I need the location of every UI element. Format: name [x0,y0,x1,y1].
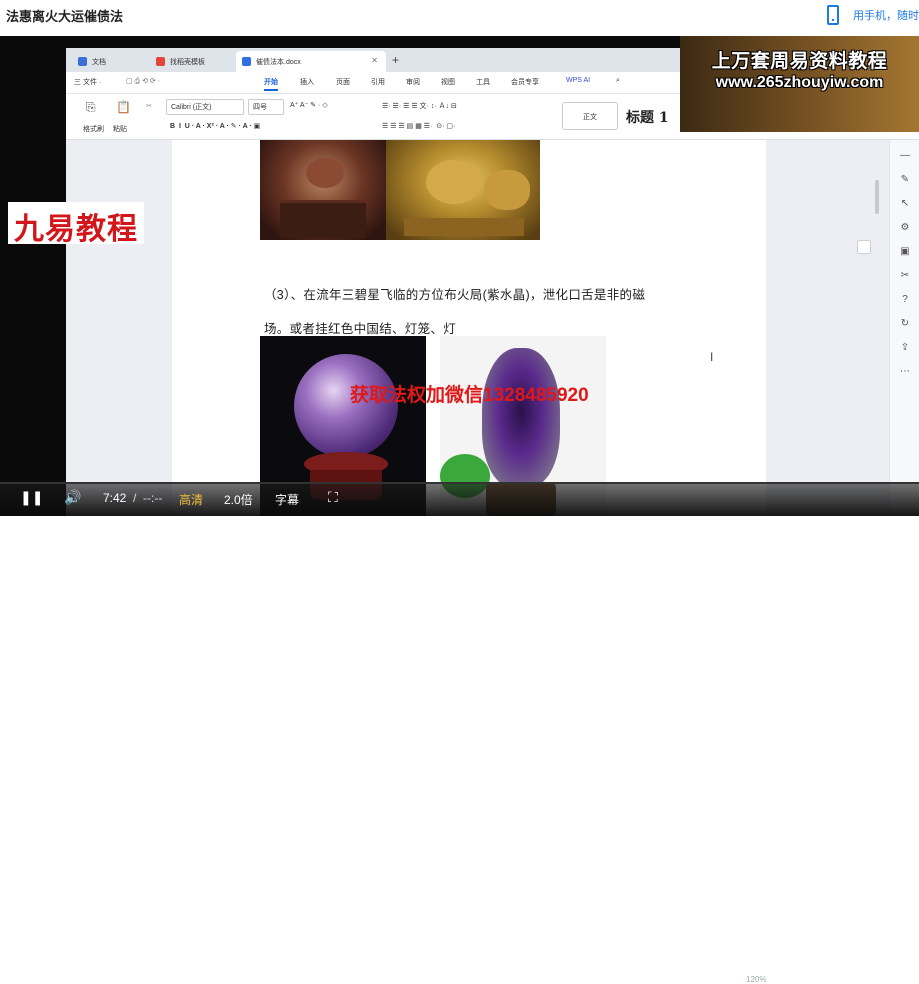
style-heading-label: 标题 1 [626,110,669,126]
tab-label: 文档 [92,58,106,66]
scissors-icon[interactable]: ✂ [899,270,911,282]
minus-icon[interactable]: — [899,150,911,162]
font-name-select[interactable]: Calibri (正文) [166,99,244,115]
menu-tools[interactable]: 工具 [476,77,490,87]
style-normal-label: 正文 [583,114,597,121]
mobile-view-link[interactable]: 用手机，随时 [827,4,919,26]
pen-icon[interactable]: ✎ [899,174,911,186]
search-icon[interactable]: ⌕ [616,77,620,85]
format-buttons[interactable]: B I U · A · X² · A · ✎ · A · ▣ [170,122,260,130]
page-title: 法惠离火大运催债法 [6,9,124,24]
toad-statue-image [260,140,386,240]
document-paragraph: （3）、在流年三碧星飞临的方位布火局(紫水晶)，泄化口舌是非的磁 [264,288,646,302]
video-player[interactable]: 文档 找稻壳模板 催债法本.docx ✕ + 三 文件 · ▢ ⎙ ⟲ ⟳ · … [0,36,919,516]
golden-pixiu-image [386,140,540,240]
cut-icon[interactable]: ✂ [146,102,152,110]
new-tab-icon[interactable]: + [392,53,399,67]
player-controls: ❚❚ 🔊 7:42 / --:-- 高清 2.0倍 字幕 ⛶ 120% [0,482,919,984]
adjust-icon[interactable]: ⚙ [899,222,911,234]
zoom-level: 120% [746,975,767,984]
font-size-controls[interactable]: A⁺ A⁻ ✎ · ◇ [290,101,328,109]
menu-member[interactable]: 会员专享 [511,77,539,87]
help-icon[interactable]: ? [899,294,911,306]
tab-label: 找稻壳模板 [170,58,205,66]
fullscreen-icon[interactable]: ⛶ [328,489,338,506]
template-icon [156,57,165,66]
volume-icon[interactable]: 🔊 [64,489,81,506]
subtitle-button[interactable]: 字幕 [275,491,299,508]
pointer-icon[interactable]: ↖ [899,198,911,210]
share-icon[interactable]: ⇪ [899,342,911,354]
total-duration: --:-- [143,491,163,505]
paste-label[interactable]: 粘贴 [113,124,127,134]
quality-button[interactable]: 高清 [179,491,203,508]
vertical-scrollbar[interactable] [875,180,879,214]
watermark-banner: 上万套周易资料教程 www.265zhouyiw.com [680,36,919,132]
docs-icon [78,57,87,66]
menu-file[interactable]: 三 文件 · [74,77,101,87]
sync-icon[interactable]: ↻ [899,318,911,330]
menu-home[interactable]: 开始 [264,77,278,91]
menu-references[interactable]: 引用 [371,77,385,87]
tab-templates[interactable]: 找稻壳模板 [150,51,232,72]
text-cursor: I [710,350,714,364]
current-time: 7:42 [103,491,127,505]
paste-icon[interactable]: 📋 [116,100,131,114]
mobile-view-text: 用手机，随时 [853,10,919,22]
time-separator: / [133,491,137,505]
center-watermark: 获取法权加微信1328485920 [350,385,589,406]
left-watermark: 九易教程 [8,202,144,247]
right-sidebar: — ✎ ↖ ⚙ ▣ ✂ ? ↻ ⇪ ⋯ [889,140,919,516]
menu-insert[interactable]: 插入 [300,77,314,87]
image-edit-icon[interactable]: ▣ [899,246,911,258]
banner-url: www.265zhouyiw.com [715,74,884,91]
menu-wps-ai[interactable]: WPS AI [566,77,590,84]
speed-button[interactable]: 2.0倍 [224,491,253,508]
paragraph-tools-bottom[interactable]: ☰ ☰ ☰ ▤ ▦ ☰· ⊙· ▢· [382,122,455,130]
menu-review[interactable]: 审阅 [406,77,420,87]
document-page[interactable]: （3）、在流年三碧星飞临的方位布火局(紫水晶)，泄化口舌是非的磁 场。或者挂红色… [172,140,766,516]
menu-page[interactable]: 页面 [336,77,350,87]
page-header: 法惠离火大运催债法 用手机，随时 [0,0,919,36]
banner-title: 上万套周易资料教程 [711,51,888,72]
paragraph-tools-top[interactable]: ☰· ☰· ☰ ☰ 文· ↕· Ａ↓ ⊟ [382,101,457,111]
document-paragraph: 场。或者挂红色中国结、灯笼、灯 [264,322,457,336]
tab-docs[interactable]: 文档 [72,51,144,72]
tab-label: 催债法本.docx [256,58,301,66]
style-normal-box[interactable]: 正文 [562,102,618,130]
menu-view[interactable]: 视图 [441,77,455,87]
tab-document[interactable]: 催债法本.docx ✕ [236,51,386,72]
more-icon[interactable]: ⋯ [899,366,911,378]
document-area: （3）、在流年三碧星飞临的方位布火局(紫水晶)，泄化口舌是非的磁 场。或者挂红色… [66,140,919,516]
style-heading-box[interactable]: 标题 1 [622,102,688,130]
phone-icon [827,5,839,25]
font-size-select[interactable]: 四号 [248,99,284,115]
close-icon[interactable]: ✕ [371,56,378,65]
pause-icon[interactable]: ❚❚ [20,489,43,506]
word-doc-icon [242,57,251,66]
location-pin-icon[interactable] [857,240,871,254]
format-painter-label[interactable]: 格式刷 [83,124,104,134]
format-painter-icon[interactable]: ⎘ [86,100,96,115]
quick-access-icons[interactable]: ▢ ⎙ ⟲ ⟳ · [126,77,160,86]
